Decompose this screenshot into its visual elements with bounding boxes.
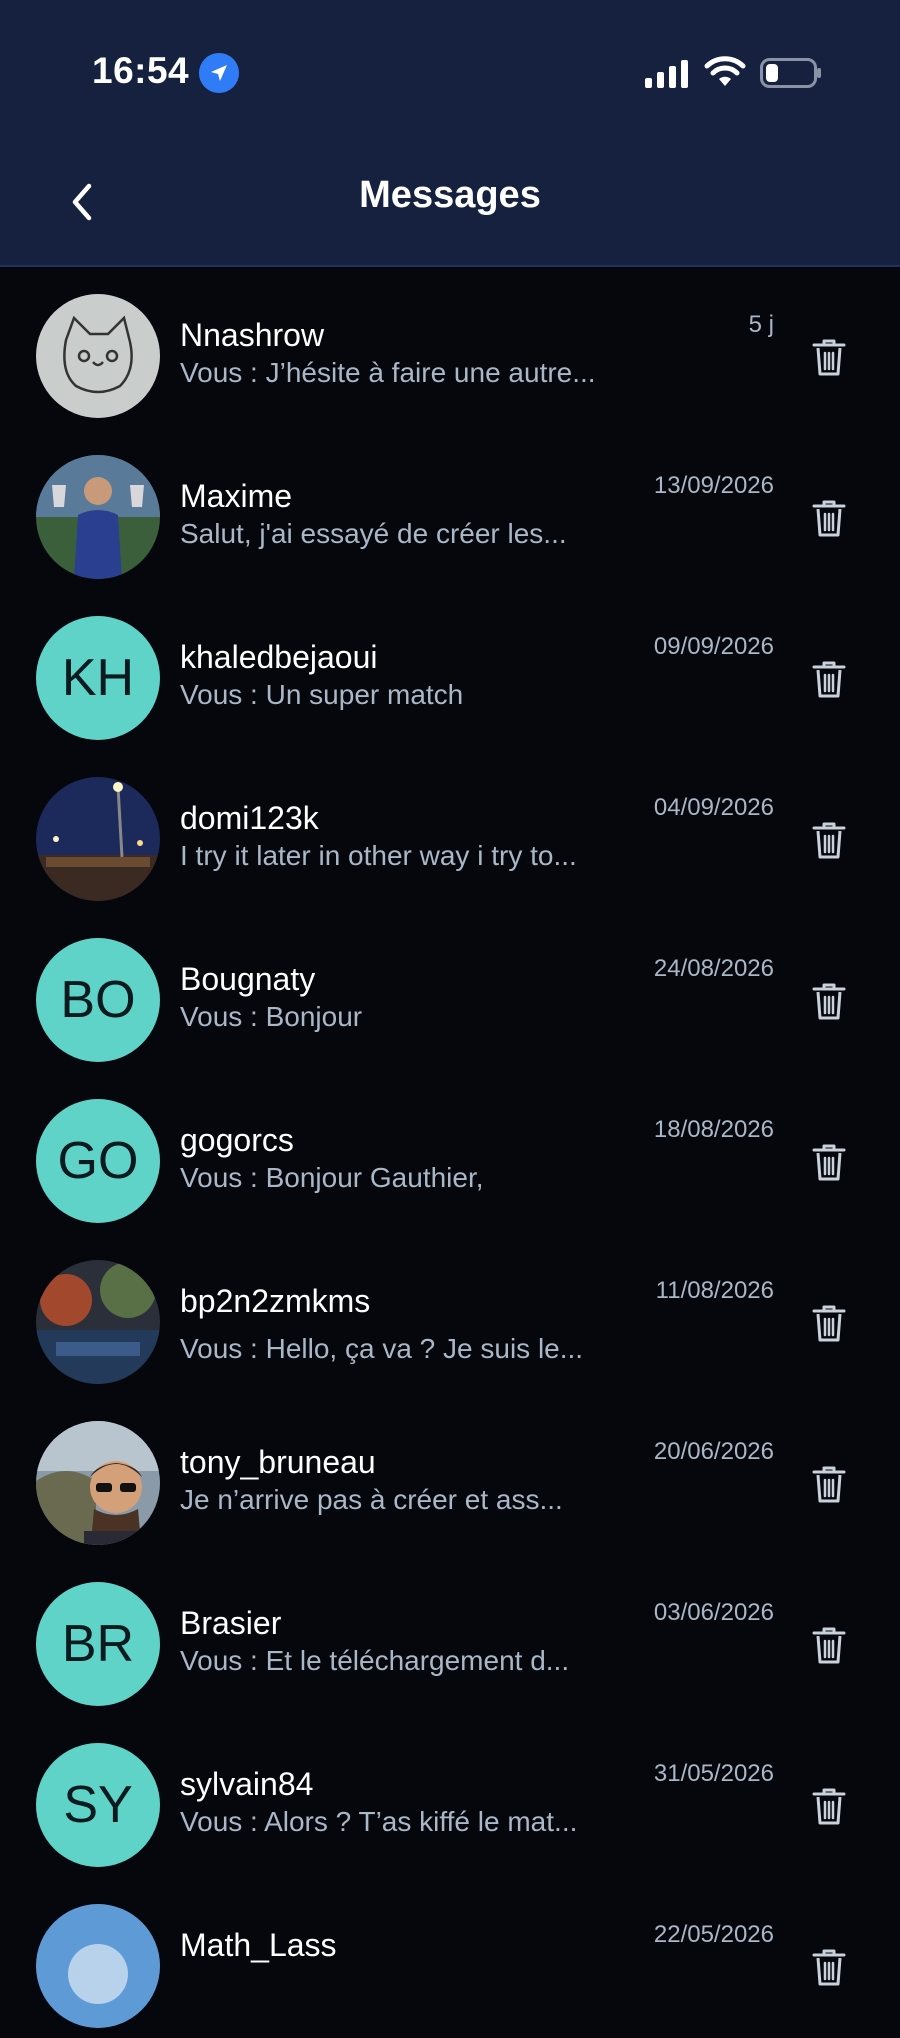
message-date: 22/05/2026 xyxy=(653,1921,774,1948)
avatar-initials: BO xyxy=(36,938,160,1062)
avatar-initials: KH xyxy=(36,616,160,740)
message-date: 5 j xyxy=(748,311,774,338)
man-sunglasses-avatar-icon xyxy=(36,1421,160,1545)
contact-name: Math_Lass xyxy=(180,1927,337,1963)
trash-icon[interactable] xyxy=(812,1464,846,1504)
message-date: 11/08/2026 xyxy=(655,1277,774,1304)
contact-name: Maxime xyxy=(180,478,293,514)
message-preview: Vous : Bonjour Gauthier, xyxy=(180,1162,484,1193)
contact-name: sylvain84 xyxy=(180,1766,314,1802)
avatar-initials: BR xyxy=(36,1582,160,1706)
avatar xyxy=(36,1260,160,1384)
cat-drawing-avatar-icon xyxy=(36,294,160,418)
avatar-initials: SY xyxy=(36,1743,160,1867)
message-preview: Vous : Un super match xyxy=(180,679,464,710)
message-date: 18/08/2026 xyxy=(653,1116,774,1143)
conversation-row[interactable]: bp2n2zmkms Vous : Hello, ça va ? Je suis… xyxy=(0,1233,900,1394)
cellular-signal-icon xyxy=(645,60,688,88)
trash-icon[interactable] xyxy=(812,1303,846,1343)
trash-icon[interactable] xyxy=(812,1947,846,1987)
message-preview: Vous : Et le téléchargement d... xyxy=(180,1645,570,1676)
page-title: Messages xyxy=(359,174,541,216)
message-date: 31/05/2026 xyxy=(653,1760,774,1787)
trash-icon[interactable] xyxy=(812,498,846,538)
battery-icon xyxy=(760,58,821,88)
message-preview: Vous : Alors ? T’as kiffé le mat... xyxy=(180,1806,578,1837)
contact-name: khaledbejaoui xyxy=(180,639,378,675)
trash-icon[interactable] xyxy=(812,820,846,860)
message-preview: Vous : Bonjour xyxy=(180,1001,363,1032)
trash-icon[interactable] xyxy=(812,1786,846,1826)
stadium-night-avatar-icon xyxy=(36,777,160,901)
trash-icon[interactable] xyxy=(812,981,846,1021)
message-preview: Je n’arrive pas à créer et ass... xyxy=(180,1484,563,1515)
conversation-row[interactable]: Math_Lass 22/05/2026 xyxy=(0,1877,900,2038)
contact-name: domi123k xyxy=(180,800,319,836)
message-preview: Salut, j'ai essayé de créer les... xyxy=(180,518,567,549)
location-arrow-icon xyxy=(199,53,239,93)
avatar xyxy=(36,1904,160,2028)
message-date: 24/08/2026 xyxy=(653,955,774,982)
message-date: 03/06/2026 xyxy=(653,1599,774,1626)
message-date: 13/09/2026 xyxy=(653,472,774,499)
conversation-row[interactable]: tony_bruneau Je n’arrive pas à créer et … xyxy=(0,1394,900,1555)
person-trophies-avatar-icon xyxy=(36,455,160,579)
avatar xyxy=(36,294,160,418)
avatar xyxy=(36,455,160,579)
contact-name: bp2n2zmkms xyxy=(180,1283,371,1319)
trash-icon[interactable] xyxy=(812,659,846,699)
message-preview: Vous : Hello, ça va ? Je suis le... xyxy=(180,1333,584,1364)
contact-name: Nnashrow xyxy=(180,317,325,353)
sky-avatar-icon xyxy=(36,1904,160,2028)
conversation-list: Nnashrow Vous : J’hésite à faire une aut… xyxy=(0,267,900,2038)
conversation-row[interactable]: Maxime Salut, j'ai essayé de créer les..… xyxy=(0,428,900,589)
message-preview: I try it later in other way i try to... xyxy=(180,840,577,871)
conversation-row[interactable]: GO gogorcs Vous : Bonjour Gauthier, 18/0… xyxy=(0,1072,900,1233)
conversation-row[interactable]: BO Bougnaty Vous : Bonjour 24/08/2026 xyxy=(0,911,900,1072)
fans-flares-avatar-icon xyxy=(36,1260,160,1384)
message-preview: Vous : J’hésite à faire une autre... xyxy=(180,357,596,388)
conversation-row[interactable]: domi123k I try it later in other way i t… xyxy=(0,750,900,911)
status-time: 16:54 xyxy=(92,50,190,91)
contact-name: tony_bruneau xyxy=(180,1444,376,1480)
conversation-row[interactable]: SY sylvain84 Vous : Alors ? T’as kiffé l… xyxy=(0,1716,900,1877)
trash-icon[interactable] xyxy=(812,1625,846,1665)
message-date: 04/09/2026 xyxy=(653,794,774,821)
contact-name: Brasier xyxy=(180,1605,282,1641)
trash-icon[interactable] xyxy=(812,337,846,377)
avatar xyxy=(36,777,160,901)
message-date: 20/06/2026 xyxy=(653,1438,774,1465)
conversation-row[interactable]: KH khaledbejaoui Vous : Un super match 0… xyxy=(0,589,900,750)
conversation-row[interactable]: BR Brasier Vous : Et le téléchargement d… xyxy=(0,1555,900,1716)
avatar xyxy=(36,1421,160,1545)
contact-name: gogorcs xyxy=(180,1122,294,1158)
conversation-row[interactable]: Nnashrow Vous : J’hésite à faire une aut… xyxy=(0,267,900,428)
top-header: 16:54 Messages xyxy=(0,0,900,267)
avatar-initials: GO xyxy=(36,1099,160,1223)
message-date: 09/09/2026 xyxy=(653,633,774,660)
contact-name: Bougnaty xyxy=(180,961,316,997)
trash-icon[interactable] xyxy=(812,1142,846,1182)
wifi-icon xyxy=(704,56,746,86)
